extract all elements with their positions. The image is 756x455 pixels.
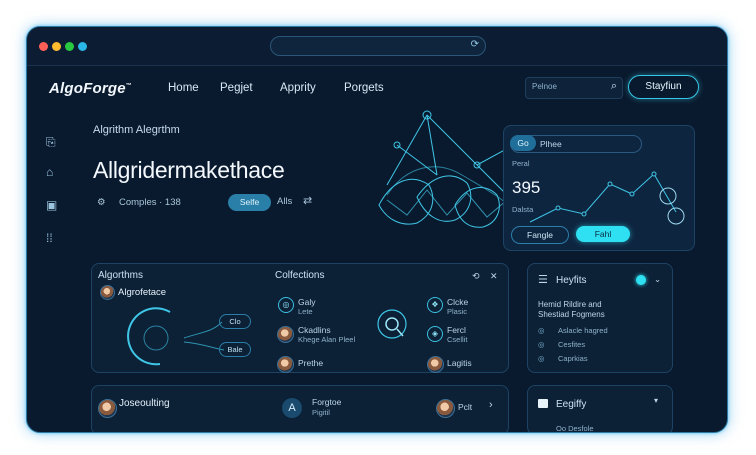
collection-right-1-name[interactable]: Clcke bbox=[447, 297, 468, 307]
collection-item-1-sub: Lete bbox=[298, 307, 313, 316]
bottom-item-1[interactable]: Joseoulting bbox=[119, 399, 170, 409]
search-placeholder: Pelnoe bbox=[532, 82, 557, 91]
folder-icon[interactable]: ▣ bbox=[46, 198, 57, 212]
stats-sparkline bbox=[529, 171, 685, 225]
stats-card: Go Plhee Peral 395 Dalsta Fangle Fahl bbox=[503, 125, 695, 251]
collection-item-3-avatar bbox=[277, 356, 294, 373]
activity-title: Eegiffy bbox=[556, 399, 587, 410]
hero-meta: Comples · 138 bbox=[119, 197, 181, 208]
maximize-dot[interactable] bbox=[65, 42, 74, 51]
hero-secondary-button[interactable]: Alls bbox=[277, 196, 292, 207]
insight-item-1-icon: ◎ bbox=[538, 326, 545, 335]
insights-card: ☰ Heyfits ⌄ Hemid Rildire and Shestiad F… bbox=[527, 263, 673, 373]
search-magnifier-icon bbox=[377, 309, 407, 339]
arrow-right-icon[interactable]: ⇄ bbox=[303, 194, 312, 207]
nav-link-home[interactable]: Home bbox=[168, 82, 199, 94]
title-bar: ⟳ bbox=[27, 27, 727, 66]
top-nav: AlgoForge™ Home Pegjet Apprity Porgets P… bbox=[27, 65, 727, 109]
collection-item-1-icon: ◎ bbox=[278, 297, 294, 313]
search-icon[interactable]: ⌕ bbox=[611, 80, 617, 93]
minimize-dot[interactable] bbox=[52, 42, 61, 51]
stats-outline-button[interactable]: Fangle bbox=[511, 226, 569, 244]
bottom-item-2-sub: Pigitil bbox=[312, 408, 330, 417]
algorithm-tag-1[interactable]: Clo bbox=[219, 314, 251, 329]
extra-dot[interactable] bbox=[78, 42, 87, 51]
collection-item-3-name[interactable]: Prethe bbox=[298, 358, 323, 368]
stats-filled-button[interactable]: Fahl bbox=[576, 226, 630, 242]
stats-tab-label[interactable]: Plhee bbox=[540, 139, 562, 149]
collection-item-1-name[interactable]: Galy bbox=[298, 297, 315, 307]
activity-dropdown-icon[interactable]: ▾ bbox=[654, 396, 658, 406]
grid-icon[interactable]: ⁞⁞ bbox=[46, 231, 53, 245]
collections-title: Colfections bbox=[275, 270, 325, 281]
home-icon[interactable]: ⌂ bbox=[46, 165, 53, 179]
bottom-item-3[interactable]: Pclt bbox=[458, 402, 472, 412]
insights-description: Hemid Rildire and Shestiad Fogmens bbox=[538, 300, 605, 319]
address-bar[interactable]: ⟳ bbox=[270, 36, 486, 56]
hero-title: Allgridermakethace bbox=[93, 157, 285, 183]
settings-icon[interactable]: ⚙ bbox=[97, 197, 106, 208]
collection-right-1-sub: Plasic bbox=[447, 307, 468, 316]
insight-item-3-icon: ◎ bbox=[538, 354, 545, 363]
bottom-list-card: Joseoulting A Forgtoe Pigitil Pclt › bbox=[91, 385, 509, 432]
app-logo[interactable]: AlgoForge™ bbox=[49, 80, 132, 97]
algorithm-gauge bbox=[127, 307, 225, 366]
collection-right-3-name[interactable]: Lagitis bbox=[447, 358, 472, 368]
algorithms-card: Algorthms Algrofetace Clo Bale Colfectio… bbox=[91, 263, 509, 373]
algorithm-tag-2[interactable]: Bale bbox=[219, 342, 251, 357]
refresh-collections-icon[interactable]: ⟲ bbox=[472, 271, 480, 281]
algorithm-item[interactable]: Algrofetace bbox=[118, 288, 166, 298]
bottom-item-2-badge: A bbox=[282, 398, 302, 418]
stats-tab-active[interactable]: Go bbox=[510, 135, 536, 151]
bottom-item-3-avatar bbox=[436, 399, 455, 418]
insights-status-dot bbox=[636, 275, 646, 285]
clipboard-icon[interactable]: ⎘ bbox=[46, 135, 56, 150]
bottom-item-1-avatar bbox=[98, 399, 117, 418]
bottom-item-2[interactable]: Forgtoe bbox=[312, 397, 341, 407]
activity-item[interactable]: Oo Desfole bbox=[556, 424, 594, 432]
cta-button[interactable]: Stayfiun bbox=[628, 75, 699, 99]
hero-primary-button[interactable]: Selfe bbox=[228, 194, 271, 211]
collection-right-2-name[interactable]: Fercl bbox=[447, 325, 466, 335]
stats-label: Peral bbox=[512, 159, 530, 168]
nav-link-2[interactable]: Pegjet bbox=[220, 82, 253, 94]
menu-icon[interactable]: ☰ bbox=[538, 275, 548, 286]
close-collections-icon[interactable]: ✕ bbox=[490, 271, 498, 281]
nav-link-3[interactable]: Apprity bbox=[280, 82, 316, 94]
stats-outline-label: Fangle bbox=[527, 230, 553, 240]
algorithm-avatar bbox=[100, 285, 115, 300]
activity-icon bbox=[538, 399, 548, 408]
close-dot[interactable] bbox=[39, 42, 48, 51]
search-input[interactable]: Pelnoe ⌕ bbox=[525, 77, 623, 99]
collection-right-2-icon: ◈ bbox=[427, 326, 443, 342]
insight-item-2[interactable]: Cesfites bbox=[558, 340, 585, 349]
collection-item-2-sub: Khege Alan Pleel bbox=[298, 335, 356, 344]
chevron-right-icon[interactable]: › bbox=[489, 400, 493, 411]
collection-right-3-avatar bbox=[427, 356, 444, 373]
refresh-icon[interactable]: ⟳ bbox=[471, 39, 479, 50]
activity-card: Eegiffy ▾ Oo Desfole bbox=[527, 385, 673, 432]
algorithms-title: Algorthms bbox=[98, 270, 144, 281]
insight-item-1[interactable]: Aslacle hagred bbox=[558, 326, 608, 335]
chevron-down-icon[interactable]: ⌄ bbox=[654, 274, 661, 284]
collection-item-2-name[interactable]: Ckadlins bbox=[298, 325, 331, 335]
nav-link-4[interactable]: Porgets bbox=[344, 82, 384, 94]
collection-right-1-icon: ❖ bbox=[427, 297, 443, 313]
insight-item-3[interactable]: Caprkias bbox=[558, 354, 588, 363]
hero-kicker: Algrithm Alegrthm bbox=[93, 124, 180, 136]
collection-right-2-sub: Csellit bbox=[447, 335, 468, 344]
collection-item-2-avatar bbox=[277, 326, 294, 343]
insight-item-2-icon: ◎ bbox=[538, 340, 545, 349]
insights-title: Heyfits bbox=[556, 275, 587, 286]
app-window: ⟳ AlgoForge™ Home Pegjet Apprity Porgets… bbox=[26, 26, 728, 433]
